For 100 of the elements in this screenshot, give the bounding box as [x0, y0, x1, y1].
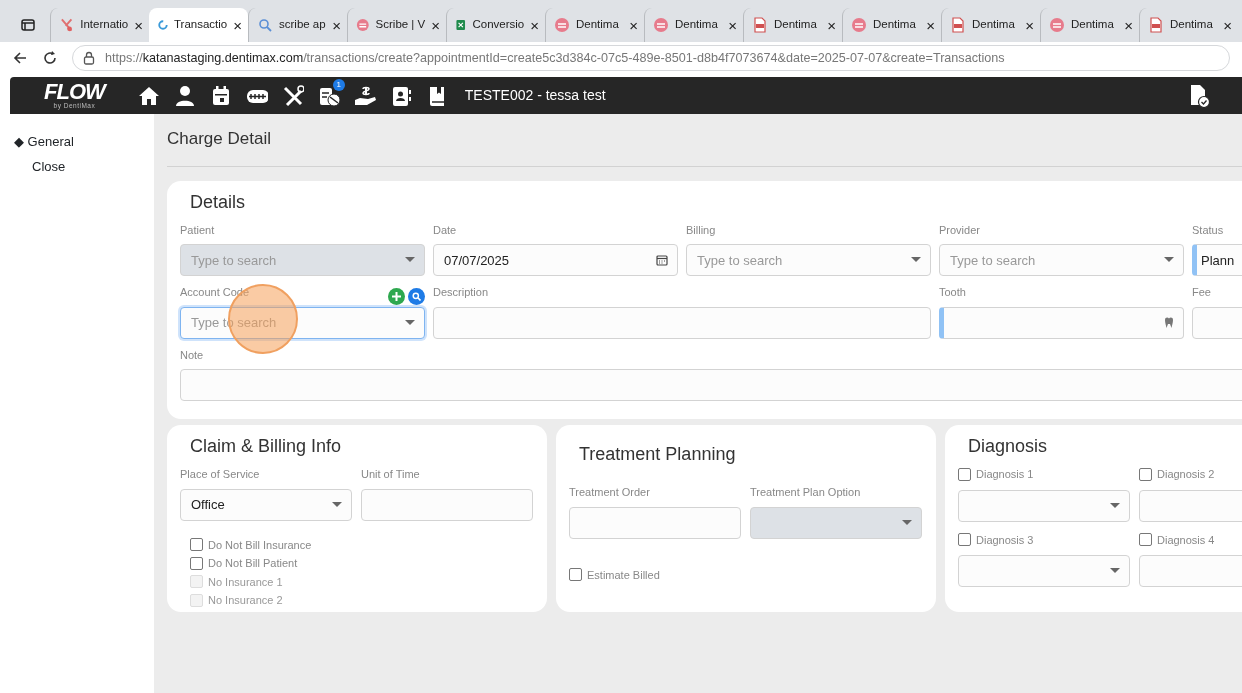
plus-icon: [392, 291, 401, 301]
close-icon[interactable]: ×: [629, 17, 638, 33]
date-field[interactable]: 07/07/2025: [433, 244, 678, 276]
checkbox[interactable]: [190, 556, 203, 570]
lock-icon: [83, 51, 95, 65]
caret-icon: [405, 319, 415, 326]
field-label: Provider: [939, 222, 980, 238]
checkbox[interactable]: [958, 533, 971, 547]
select-field[interactable]: Type to search: [686, 244, 931, 276]
text-field[interactable]: [433, 306, 931, 339]
field-label: Description: [433, 285, 489, 300]
tab-title: Scribe | V: [375, 17, 426, 33]
tooth-icon: [1164, 316, 1174, 329]
checkbox[interactable]: [1139, 533, 1152, 547]
spinner-icon: [158, 17, 168, 33]
checkbox-label: Diagnosis 4: [1157, 532, 1215, 548]
checkbox-row[interactable]: Diagnosis 2: [1139, 466, 1242, 483]
checkbox-row[interactable]: Diagnosis 1: [958, 466, 1130, 483]
field-label: Fee: [1192, 285, 1211, 300]
checkbox-row[interactable]: Do Not Bill Patient: [190, 555, 534, 572]
hook-icon: [59, 17, 75, 33]
add-button[interactable]: [388, 287, 405, 305]
checkbox-row[interactable]: Diagnosis 4: [1139, 531, 1242, 548]
select-field[interactable]: [958, 489, 1130, 522]
tooth-field[interactable]: [939, 306, 1184, 339]
close-icon[interactable]: ×: [926, 17, 935, 33]
select-field[interactable]: [958, 555, 1130, 587]
text-field[interactable]: Plann: [1192, 244, 1242, 276]
field-label: Status: [1192, 222, 1224, 238]
card-title: Claim & Billing Info: [190, 435, 343, 458]
tab-title: Dentima: [1170, 17, 1214, 33]
pdf-icon: [1148, 17, 1164, 33]
checkbox-label: Do Not Bill Patient: [208, 556, 298, 571]
patient-name: TESTE002 - tessa test: [464, 86, 606, 105]
address-bar[interactable]: https://katanastaging.dentimax.com/transactions/create?appointmentId=create5c3d384c-07c5-489e-8501-d8b4f7073674&date=2025-07-07&create=Transactions: [72, 45, 1230, 71]
field-label: Patient: [180, 222, 215, 238]
select-field[interactable]: Type to search: [939, 244, 1184, 276]
close-icon[interactable]: ×: [827, 17, 836, 33]
checkbox-label: No Insurance 1: [208, 574, 283, 590]
pdf-icon: [752, 17, 768, 33]
tab-title: Dentima: [873, 17, 917, 33]
close-icon[interactable]: ×: [431, 17, 440, 33]
card-title: Treatment Planning: [579, 443, 737, 466]
caret-icon: [405, 257, 415, 263]
hand-coin-icon[interactable]: [353, 84, 376, 107]
close-icon[interactable]: ×: [134, 17, 143, 33]
tab-title: Conversio: [472, 17, 525, 33]
close-icon[interactable]: ×: [233, 17, 242, 33]
checkbox[interactable]: [1139, 467, 1152, 481]
close-icon[interactable]: ×: [332, 17, 341, 33]
search-icon: [412, 291, 421, 301]
home-icon[interactable]: [137, 84, 160, 107]
calendar-icon: [656, 254, 668, 266]
text-field[interactable]: [569, 506, 741, 539]
tab-title: Transactio: [173, 17, 228, 33]
checkbox-label: Estimate Billed: [587, 567, 660, 583]
tab-title: Dentima: [774, 17, 818, 33]
card-title: Details: [190, 190, 247, 214]
close-icon[interactable]: ×: [1223, 17, 1232, 33]
close-icon[interactable]: ×: [728, 17, 737, 33]
checkbox-row[interactable]: Estimate Billed: [569, 566, 923, 583]
tools-icon[interactable]: [281, 84, 304, 107]
search-button[interactable]: [408, 287, 425, 305]
back-icon[interactable]: [12, 50, 28, 66]
url-text: https://katanastaging.dentimax.com/transactions/create?appointmentId=create5c3d384c-07c5-489e-8501-d8b4f7073674&date=2025-07-07&create=Transactions: [105, 49, 1005, 67]
close-icon[interactable]: ×: [1124, 17, 1133, 33]
caret-icon: [1164, 257, 1174, 263]
scribe-icon: [554, 17, 570, 33]
checkbox-row[interactable]: Do Not Bill Insurance: [190, 536, 534, 553]
checkbox[interactable]: [190, 538, 203, 552]
note-field[interactable]: [180, 369, 1242, 401]
close-icon[interactable]: ×: [1025, 17, 1034, 33]
select-field[interactable]: Office: [180, 488, 352, 521]
tab-title: Dentima: [1071, 17, 1115, 33]
caret-icon: [902, 519, 912, 526]
document-check-icon[interactable]: [1188, 83, 1210, 108]
caret-icon: [911, 257, 921, 263]
checkbox-label: Diagnosis 2: [1157, 467, 1215, 482]
tab-list-icon[interactable]: [21, 19, 35, 31]
checkbox[interactable]: [569, 568, 582, 582]
sidebar-item[interactable]: Close: [14, 156, 140, 176]
checkbox-label: Do Not Bill Insurance: [208, 537, 312, 553]
field-label: Billing: [686, 222, 716, 238]
caret-icon: [1110, 568, 1120, 574]
field-label: Treatment Order: [569, 485, 650, 500]
text-field[interactable]: [361, 488, 533, 521]
tab-title: Dentima: [576, 17, 620, 33]
caret-icon: [332, 501, 342, 508]
person-icon[interactable]: [173, 84, 196, 107]
checkbox-label: Diagnosis 3: [976, 532, 1034, 548]
field-label: Treatment Plan Option: [750, 485, 861, 500]
browser-tab[interactable]: Transactio ×: [149, 8, 248, 42]
scribe-icon: [851, 17, 867, 33]
checkbox-label: No Insurance 2: [208, 593, 283, 608]
checkbox[interactable]: [958, 467, 971, 481]
reload-icon[interactable]: [42, 50, 58, 66]
sidebar-item[interactable]: ◆ General: [14, 132, 140, 152]
close-icon[interactable]: ×: [530, 17, 539, 33]
field-label: Unit of Time: [361, 467, 420, 482]
checkbox-row[interactable]: Diagnosis 3: [958, 531, 1130, 548]
